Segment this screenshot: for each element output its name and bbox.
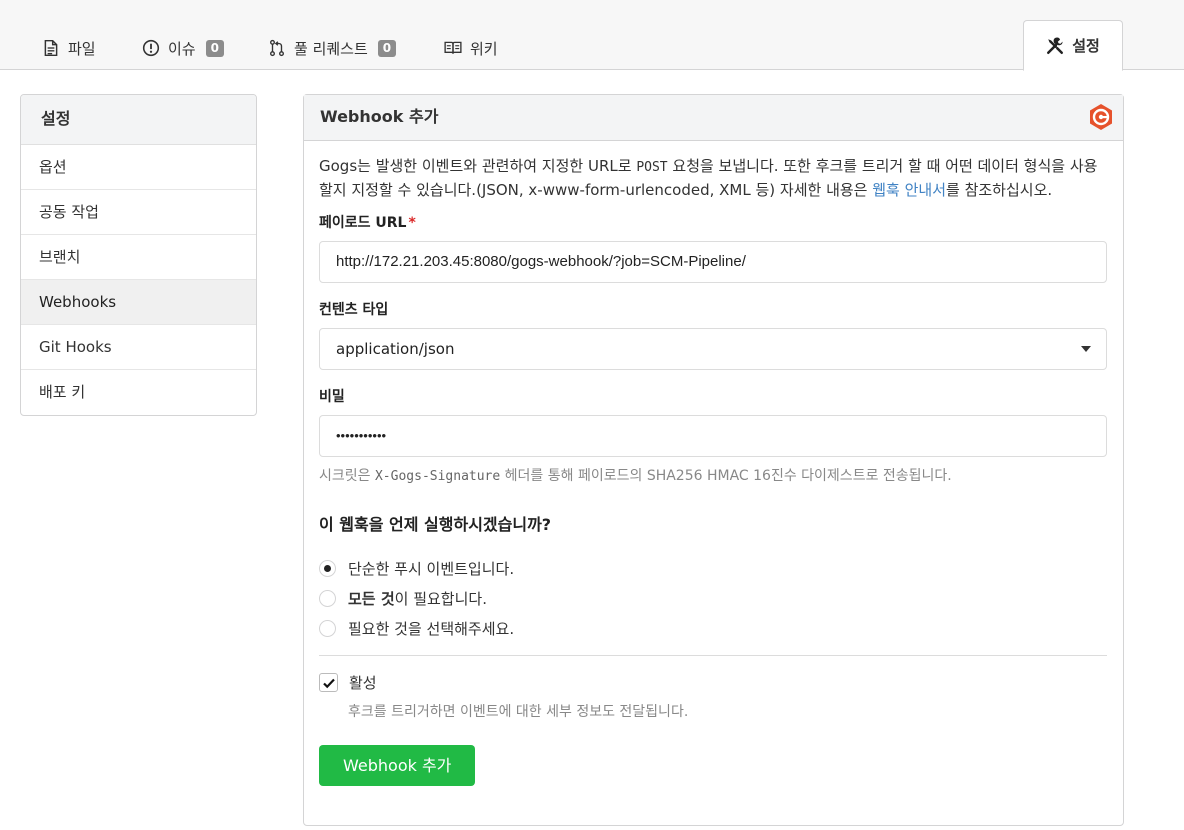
webhook-guide-link[interactable]: 웹훅 안내서 — [872, 181, 946, 199]
sidebar-item-options[interactable]: 옵션 — [21, 145, 256, 190]
pulls-count-badge: 0 — [377, 39, 397, 57]
dropdown-caret-icon — [1081, 346, 1091, 352]
radio-push-only[interactable]: 단순한 푸시 이벤트입니다. — [319, 553, 1107, 583]
checkmark-icon — [322, 678, 335, 688]
tab-pull-requests[interactable]: 풀 리퀘스트 0 — [268, 20, 397, 70]
active-checkbox-row[interactable]: 활성 — [319, 672, 1107, 693]
radio-choose-events[interactable]: 필요한 것을 선택해주세요. — [319, 613, 1107, 643]
file-text-icon — [44, 39, 58, 57]
sidebar-title: 설정 — [21, 95, 256, 145]
tab-files-label: 파일 — [68, 39, 96, 58]
secret-help: 시크릿은 X-Gogs-Signature 헤더를 통해 페이로드의 SHA25… — [319, 465, 1107, 485]
tab-settings[interactable]: 설정 — [1023, 20, 1123, 71]
tools-icon — [1047, 37, 1064, 54]
gogs-logo-icon — [1090, 104, 1112, 130]
trigger-question: 이 웹훅을 언제 실행하시겠습니까? — [319, 515, 552, 534]
issues-count-badge: 0 — [205, 39, 224, 57]
sidebar-item-branches[interactable]: 브랜치 — [21, 235, 256, 280]
radio-send-everything[interactable]: 모든 것이 필요합니다. — [319, 583, 1107, 613]
active-help: 후크를 트리거하면 이벤트에 대한 세부 정보도 전달됩니다. — [348, 704, 689, 720]
payload-url-label-text: 페이로드 URL — [319, 215, 407, 231]
content-type-value: application/json — [319, 328, 1107, 370]
panel-header: Webhook 추가 — [304, 95, 1123, 141]
tab-settings-label: 설정 — [1072, 37, 1100, 55]
add-webhook-button[interactable]: Webhook 추가 — [319, 745, 476, 786]
radio-choose-events-label: 필요한 것을 선택해주세요. — [348, 619, 515, 638]
radio-push-only-control[interactable] — [319, 559, 336, 577]
desc-post-code: POST — [636, 160, 668, 175]
secret-help-code: X-Gogs-Signature — [374, 469, 501, 484]
secret-label: 비밀 — [319, 389, 345, 405]
radio-choose-events-control[interactable] — [319, 619, 336, 637]
desc-text-1: Gogs는 발생한 이벤트와 관련하여 지정한 URL로 — [319, 157, 637, 175]
webhook-description: Gogs는 발생한 이벤트와 관련하여 지정한 URL로 POST 요청을 보냅… — [319, 155, 1107, 202]
content-type-label: 컨텐츠 타입 — [319, 302, 389, 318]
radio-send-everything-bold: 모든 것 — [348, 589, 395, 608]
panel-body: Gogs는 발생한 이벤트와 관련하여 지정한 URL로 POST 요청을 보냅… — [304, 141, 1123, 786]
secret-help-text-2: 헤더를 통해 페이로드의 SHA256 HMAC 16진수 다이제스트로 전송됩… — [500, 468, 952, 484]
desc-text-3: 를 참조하십시오. — [946, 181, 1053, 199]
active-checkbox[interactable] — [319, 673, 338, 692]
radio-push-only-label: 단순한 푸시 이벤트입니다. — [348, 559, 515, 578]
active-checkbox-label: 활성 — [349, 674, 377, 692]
issue-opened-icon — [142, 39, 160, 57]
divider — [319, 655, 1107, 656]
sidebar-item-webhooks[interactable]: Webhooks — [21, 280, 256, 325]
radio-send-everything-label: 모든 것이 필요합니다. — [348, 588, 487, 609]
panel-title: Webhook 추가 — [320, 107, 439, 126]
tab-wiki-label: 위키 — [470, 39, 498, 58]
radio-send-everything-control[interactable] — [319, 589, 336, 607]
sidebar-item-collaboration[interactable]: 공동 작업 — [21, 190, 256, 235]
required-mark: * — [408, 215, 416, 231]
settings-sidebar: 설정 옵션 공동 작업 브랜치 Webhooks Git Hooks 배포 키 — [20, 94, 257, 416]
sidebar-item-deploy-keys[interactable]: 배포 키 — [21, 370, 256, 415]
git-pull-request-icon — [270, 39, 284, 57]
tab-pull-requests-label: 풀 리퀘스트 — [294, 39, 368, 58]
content-type-select[interactable]: application/json — [319, 328, 1107, 370]
secret-input[interactable]: ••••••••••• — [319, 415, 1107, 457]
payload-url-input[interactable]: http://172.21.203.45:8080/gogs-webhook/?… — [319, 241, 1107, 283]
add-webhook-panel: Webhook 추가 Gogs는 발생한 이벤트와 관련하여 지정한 URL로 … — [303, 94, 1124, 826]
book-icon — [444, 41, 462, 54]
radio-send-everything-rest: 이 필요합니다. — [394, 589, 487, 608]
secret-help-text-1: 시크릿은 — [319, 468, 375, 484]
tab-files[interactable]: 파일 — [42, 20, 96, 70]
sidebar-item-git-hooks[interactable]: Git Hooks — [21, 325, 256, 370]
tab-wiki[interactable]: 위키 — [444, 20, 498, 70]
tab-issues-label: 이슈 — [168, 39, 196, 58]
tab-issues[interactable]: 이슈 0 — [142, 20, 224, 70]
repo-tab-bar: 파일 이슈 0 풀 리퀘스트 0 위키 설정 — [0, 0, 1184, 71]
payload-url-label: 페이로드 URL * — [319, 212, 1107, 232]
